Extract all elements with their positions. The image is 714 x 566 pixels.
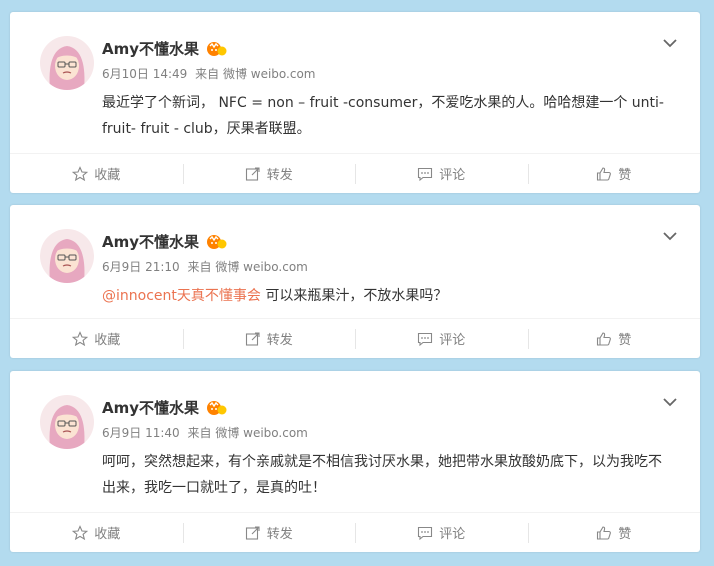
chevron-down-icon[interactable]: [662, 227, 678, 241]
comment-label: 评论: [439, 168, 466, 183]
user-name[interactable]: Amy不懂水果: [102, 397, 199, 418]
user-name[interactable]: Amy不懂水果: [102, 231, 199, 252]
vip-badge-icon: [205, 398, 227, 416]
post-meta: 6月9日 21:10 来自 微博 weibo.com: [102, 259, 680, 275]
avatar[interactable]: [40, 395, 94, 449]
post-date[interactable]: 6月9日 11:40: [102, 426, 180, 440]
post-text: 最近学了个新词， NFC = non – fruit -consumer，不爱吃…: [102, 90, 680, 142]
like-icon: [597, 525, 612, 540]
repost-label: 转发: [266, 527, 293, 542]
post-date[interactable]: 6月9日 21:10: [102, 260, 180, 274]
comment-icon: [418, 167, 433, 181]
like-label: 赞: [618, 333, 632, 348]
like-button[interactable]: 赞: [527, 513, 701, 552]
favorite-button[interactable]: 收藏: [10, 319, 183, 358]
post-source: 来自 微博 weibo.com: [195, 67, 316, 81]
comment-button[interactable]: 评论: [355, 319, 528, 358]
post-meta: 6月9日 11:40 来自 微博 weibo.com: [102, 425, 680, 441]
comment-label: 评论: [439, 527, 466, 542]
post-actions: 收藏 转发 评论 赞: [10, 318, 700, 358]
post-meta: 6月10日 14:49 来自 微博 weibo.com: [102, 66, 680, 82]
repost-icon: [245, 331, 260, 346]
post-content: 呵呵，突然想起来，有个亲戚就是不相信我讨厌水果，她把带水果放酸奶底下，以为我吃不…: [102, 454, 662, 496]
like-label: 赞: [618, 527, 632, 542]
favorite-label: 收藏: [94, 168, 121, 183]
post-content: 最近学了个新词， NFC = non – fruit -consumer，不爱吃…: [102, 95, 664, 137]
like-button[interactable]: 赞: [527, 319, 701, 358]
like-icon: [597, 166, 612, 181]
star-icon: [72, 524, 89, 540]
comment-button[interactable]: 评论: [355, 513, 528, 552]
user-name[interactable]: Amy不懂水果: [102, 38, 199, 59]
favorite-label: 收藏: [94, 527, 121, 542]
repost-label: 转发: [266, 168, 293, 183]
post-card: Amy不懂水果 6月9日 21:10 来自 微博 weibo.com @inno…: [10, 205, 700, 358]
post-text: 呵呵，突然想起来，有个亲戚就是不相信我讨厌水果，她把带水果放酸奶底下，以为我吃不…: [102, 449, 680, 501]
post-actions: 收藏 转发 评论 赞: [10, 512, 700, 552]
post-content: 可以来瓶果汁，不放水果吗？: [260, 288, 448, 304]
repost-icon: [245, 525, 260, 540]
vip-badge-icon: [205, 232, 227, 250]
chevron-down-icon[interactable]: [662, 34, 678, 48]
post-card: Amy不懂水果 6月10日 14:49 来自 微博 weibo.com 最近学了…: [10, 12, 700, 193]
avatar[interactable]: [40, 36, 94, 90]
post-date[interactable]: 6月10日 14:49: [102, 67, 187, 81]
post-source: 来自 微博 weibo.com: [187, 426, 308, 440]
weibo-feed: Amy不懂水果 6月10日 14:49 来自 微博 weibo.com 最近学了…: [0, 0, 714, 566]
comment-button[interactable]: 评论: [355, 154, 528, 193]
comment-icon: [418, 526, 433, 540]
like-label: 赞: [618, 168, 632, 183]
like-button[interactable]: 赞: [527, 154, 701, 193]
repost-label: 转发: [266, 333, 293, 348]
avatar[interactable]: [40, 229, 94, 283]
favorite-label: 收藏: [94, 333, 121, 348]
favorite-button[interactable]: 收藏: [10, 154, 183, 193]
star-icon: [72, 165, 89, 181]
repost-button[interactable]: 转发: [182, 154, 356, 193]
comment-label: 评论: [439, 333, 466, 348]
post-card: Amy不懂水果 6月9日 11:40 来自 微博 weibo.com 呵呵，突然…: [10, 371, 700, 552]
repost-icon: [245, 166, 260, 181]
chevron-down-icon[interactable]: [662, 393, 678, 407]
post-source: 来自 微博 weibo.com: [187, 260, 308, 274]
vip-badge-icon: [205, 39, 227, 57]
favorite-button[interactable]: 收藏: [10, 513, 183, 552]
like-icon: [597, 331, 612, 346]
comment-icon: [418, 332, 433, 346]
star-icon: [72, 330, 89, 346]
mention-link[interactable]: @innocent天真不懂事会: [102, 288, 261, 304]
repost-button[interactable]: 转发: [182, 319, 356, 358]
post-actions: 收藏 转发 评论 赞: [10, 153, 700, 193]
repost-button[interactable]: 转发: [182, 513, 356, 552]
post-text: @innocent天真不懂事会 可以来瓶果汁，不放水果吗？: [102, 283, 680, 309]
